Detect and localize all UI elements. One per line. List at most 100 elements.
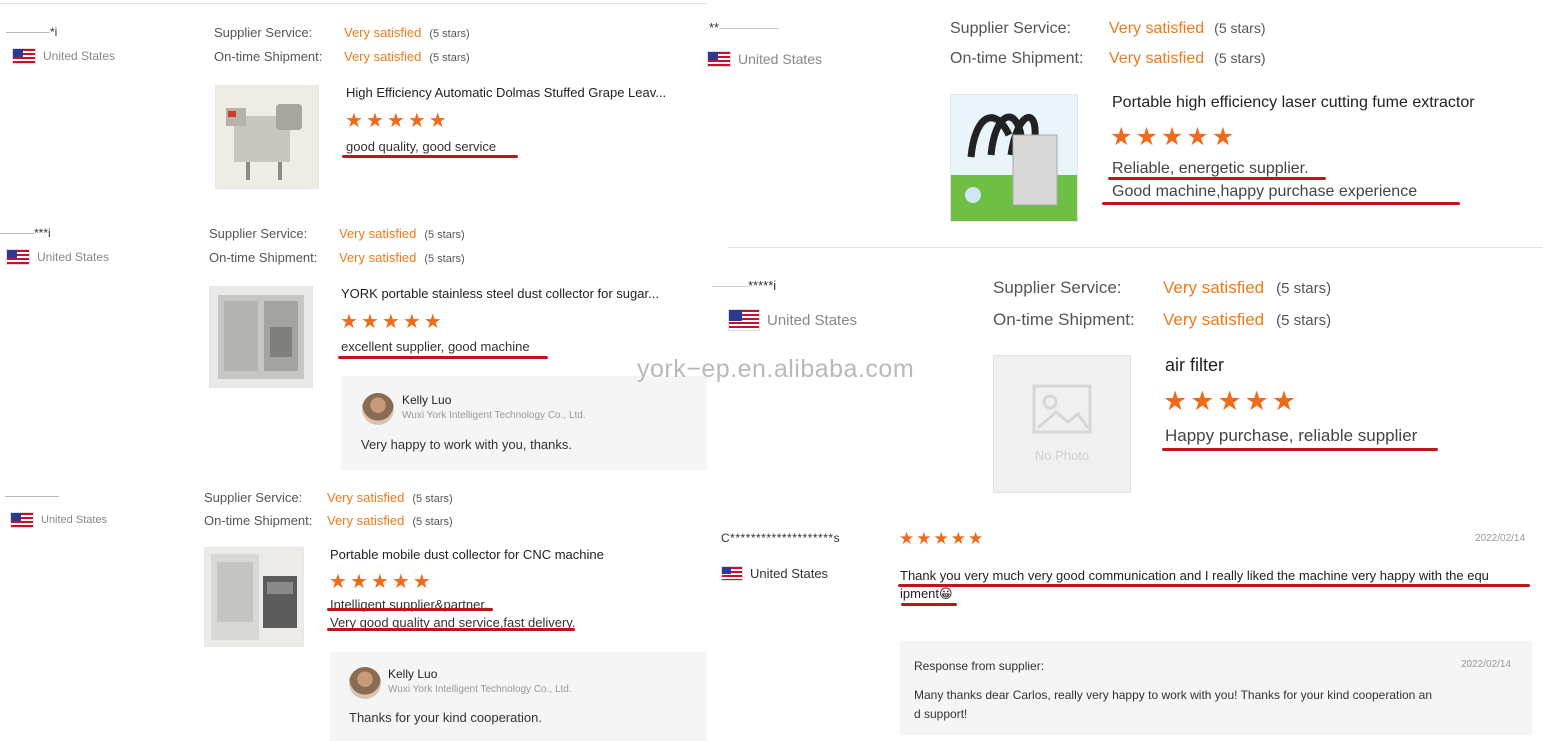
star-icon: ★ — [423, 311, 442, 333]
star-icon: ★ — [349, 571, 368, 593]
highlight-underline — [342, 155, 518, 158]
review-comment: Good machine,happy purchase experience — [1112, 183, 1418, 200]
star-icon: ★ — [370, 571, 389, 593]
supplier-service-rating: Supplier Service: Very satisfied (5 star… — [204, 490, 453, 505]
star-icon: ★ — [360, 311, 379, 333]
machine-image-icon — [226, 104, 302, 180]
star-icon: ★ — [1217, 386, 1242, 416]
star-icon: ★ — [345, 110, 363, 132]
reply-text: Thanks for your kind cooperation. — [349, 710, 542, 725]
review-comment: Happy purchase, reliable supplier — [1165, 426, 1418, 445]
response-date: 2022/02/14 — [1461, 659, 1512, 670]
us-flag-icon — [7, 250, 29, 264]
response-text: Many thanks dear Carlos, really very hap… — [914, 688, 1433, 702]
star-icon: ★ — [1211, 123, 1235, 151]
dust-collector-image-icon — [218, 295, 304, 379]
us-flag-icon — [11, 513, 33, 527]
reply-author: Kelly Luo — [402, 393, 452, 407]
star-icon: ★ — [1163, 386, 1188, 416]
supplier-service-rating: Supplier Service: Very satisfied (5 star… — [950, 20, 1266, 37]
star-icon: ★ — [916, 529, 932, 548]
review-comment: Thank you very much very good communicat… — [900, 568, 1489, 583]
reviewer-name — [5, 489, 59, 503]
supplier-service-rating: Supplier Service: Very satisfied (5 star… — [209, 226, 465, 241]
product-image[interactable] — [209, 286, 313, 388]
star-icon: ★ — [428, 110, 447, 132]
reply-author: Kelly Luo — [388, 667, 438, 681]
star-icon: ★ — [365, 110, 384, 132]
shipment-rating: On-time Shipment: Very satisfied (5 star… — [993, 310, 1332, 329]
right-panel-divider — [728, 247, 1543, 248]
star-icon: ★ — [899, 529, 915, 548]
reviewer-country: United States — [722, 566, 828, 581]
product-title[interactable]: air filter — [1165, 355, 1465, 376]
top-divider — [0, 3, 707, 4]
review-comment: good quality, good service — [346, 139, 497, 154]
highlight-underline — [327, 608, 493, 611]
product-image[interactable] — [950, 94, 1078, 222]
star-icon: ★ — [950, 529, 966, 548]
watermark: york−ep.en.alibaba.com — [637, 355, 915, 383]
product-title[interactable]: Portable high efficiency laser cutting f… — [1112, 94, 1532, 112]
star-icon: ★ — [386, 110, 405, 132]
star-rating: ★ ★ ★ ★ ★ — [345, 108, 447, 133]
reviewer-name: *****i — [712, 278, 776, 293]
reply-company: Wuxi York Intelligent Technology Co., Lt… — [388, 684, 572, 695]
star-icon: ★ — [1110, 123, 1133, 151]
avatar — [349, 667, 381, 699]
star-icon: ★ — [933, 529, 949, 548]
star-rating: ★ ★ ★ ★ ★ — [1163, 386, 1296, 417]
us-flag-icon — [729, 310, 759, 330]
product-image[interactable] — [204, 547, 304, 647]
reviewer-name: ***i — [0, 226, 51, 240]
star-rating: ★ ★ ★ ★ ★ — [340, 309, 442, 334]
product-title[interactable]: Portable mobile dust collector for CNC m… — [330, 547, 700, 562]
star-icon: ★ — [1135, 123, 1158, 151]
grinning-face-icon: 😀 — [939, 586, 953, 601]
highlight-underline — [901, 603, 957, 606]
reviewer-country: United States — [11, 513, 107, 527]
star-icon: ★ — [407, 110, 426, 132]
highlight-underline — [327, 628, 575, 631]
reviewer-country: United States — [13, 49, 115, 63]
review-date: 2022/02/14 — [1475, 533, 1526, 544]
product-title[interactable]: High Efficiency Automatic Dolmas Stuffed… — [346, 85, 691, 100]
reviewer-name: ** — [709, 20, 780, 35]
reviewer-country: United States — [7, 250, 109, 264]
supplier-service-rating: Supplier Service: Very satisfied (5 star… — [214, 25, 470, 40]
response-text-continued: d support! — [914, 707, 968, 721]
review-comment-continued: ipment😀 — [900, 586, 953, 601]
supplier-reply: Kelly Luo Wuxi York Intelligent Technolo… — [330, 652, 707, 741]
review-comment: Reliable, energetic supplier. — [1112, 160, 1309, 177]
star-icon: ★ — [412, 571, 431, 593]
reviewer-name: *i — [6, 25, 57, 39]
response-label: Response from supplier: — [914, 659, 1045, 673]
star-icon: ★ — [381, 311, 400, 333]
reply-company: Wuxi York Intelligent Technology Co., Lt… — [402, 410, 586, 421]
star-rating: ★ ★ ★ ★ ★ — [899, 529, 983, 549]
shipment-rating: On-time Shipment: Very satisfied (5 star… — [214, 49, 470, 64]
reply-text: Very happy to work with you, thanks. — [361, 437, 572, 452]
product-image-placeholder[interactable]: No Photo — [993, 355, 1131, 493]
star-icon: ★ — [1244, 386, 1269, 416]
highlight-underline — [1108, 177, 1326, 180]
shipment-rating: On-time Shipment: Very satisfied (5 star… — [209, 250, 465, 265]
supplier-service-rating: Supplier Service: Very satisfied (5 star… — [993, 278, 1332, 297]
no-photo-label: No Photo — [1034, 448, 1090, 463]
star-icon: ★ — [402, 311, 421, 333]
avatar — [362, 393, 394, 425]
supplier-reply: Kelly Luo Wuxi York Intelligent Technolo… — [341, 376, 707, 470]
us-flag-icon — [708, 52, 730, 66]
highlight-underline — [1162, 448, 1438, 451]
highlight-underline — [1102, 202, 1460, 205]
star-icon: ★ — [329, 571, 347, 593]
star-icon: ★ — [340, 311, 358, 333]
shipment-rating: On-time Shipment: Very satisfied (5 star… — [204, 513, 453, 528]
product-image[interactable] — [215, 85, 319, 189]
reviewer-name: C********************s — [721, 531, 841, 545]
fume-extractor-image-icon — [951, 113, 1077, 221]
reviewer-country: United States — [729, 310, 857, 330]
supplier-response: Response from supplier: 2022/02/14 Many … — [900, 641, 1532, 735]
us-flag-icon — [722, 567, 742, 580]
product-title[interactable]: YORK portable stainless steel dust colle… — [341, 286, 689, 301]
